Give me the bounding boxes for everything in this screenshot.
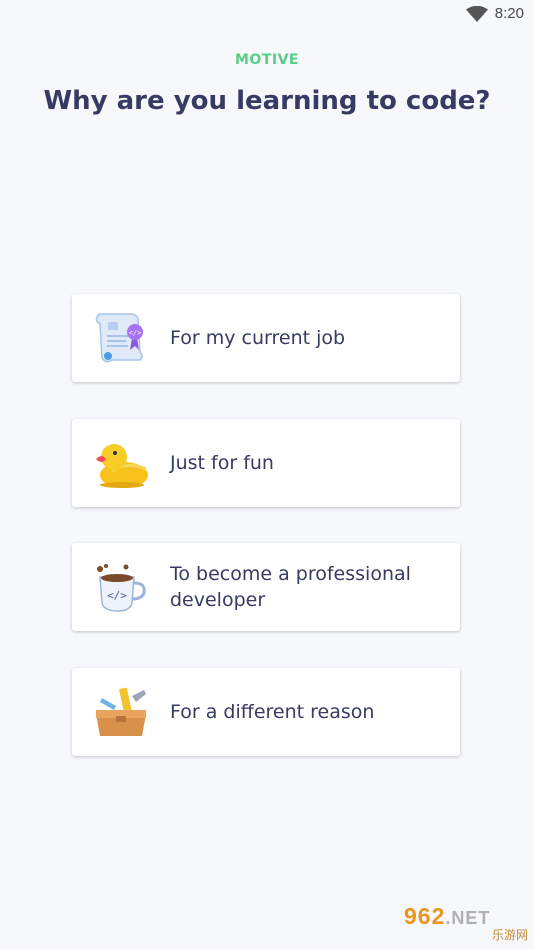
- wifi-icon: [466, 6, 488, 22]
- option-label: Just for fun: [170, 452, 274, 474]
- option-just-for-fun[interactable]: Just for fun: [72, 419, 460, 507]
- watermark: 962.NET 乐游网: [404, 903, 528, 943]
- svg-text:</>: </>: [107, 589, 127, 602]
- page-title: Why are you learning to code?: [43, 86, 491, 116]
- watermark-sub: 乐游网: [491, 928, 528, 942]
- section-eyebrow: MOTIVE: [235, 52, 299, 68]
- option-become-professional[interactable]: </> To become a professional developer: [72, 543, 460, 631]
- status-time: 8:20: [494, 5, 524, 22]
- watermark-number: 962: [404, 903, 446, 929]
- status-bar: 8:20: [0, 0, 534, 28]
- watermark-brand: 962.NET: [404, 903, 490, 930]
- certificate-scroll-icon: </>: [95, 313, 143, 363]
- rubber-duck-icon: [96, 444, 148, 488]
- option-current-job[interactable]: </> For my current job: [72, 294, 460, 382]
- coffee-cup-code-icon: </>: [97, 564, 146, 612]
- svg-text:</>: </>: [129, 329, 142, 337]
- option-label: To become a professional developer: [170, 563, 411, 611]
- option-label: For a different reason: [170, 701, 375, 723]
- option-different-reason[interactable]: For a different reason: [72, 668, 460, 756]
- option-label: For my current job: [170, 327, 346, 349]
- watermark-suffix: .NET: [445, 908, 491, 928]
- toolbox-icon: [96, 687, 146, 736]
